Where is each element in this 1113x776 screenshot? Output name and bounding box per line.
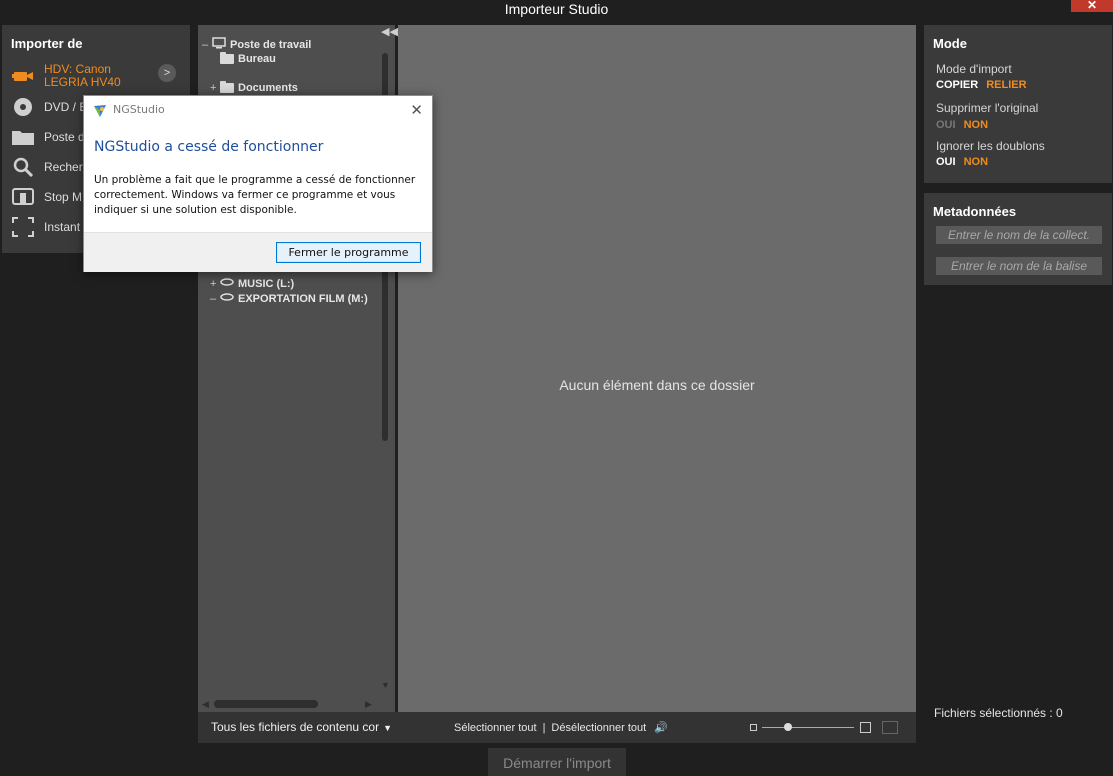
tree-item-exportation-film[interactable]: – EXPORTATION FILM (M:) — [210, 292, 368, 305]
files-selected-count: Fichiers sélectionnés : 0 — [934, 706, 1063, 720]
option-relier[interactable]: RELIER — [986, 79, 1026, 91]
drive-icon — [220, 277, 234, 290]
chevron-down-icon: ▼ — [383, 723, 393, 733]
source-item-label: DVD / B — [44, 99, 88, 114]
dialog-message: Un problème a fait que le programme a ce… — [94, 174, 416, 216]
zoom-in-icon[interactable] — [860, 722, 871, 733]
window-title: Importeur Studio — [504, 1, 609, 17]
tree-item-label: Bureau — [238, 53, 276, 65]
tree-item-label: Poste de travail — [230, 38, 312, 51]
zoom-slider-track[interactable] — [762, 727, 854, 728]
tree-item-music[interactable]: + MUSIC (L:) — [210, 277, 294, 290]
ignore-duplicates-label: Ignorer les doublons — [936, 139, 1045, 153]
zoom-out-icon[interactable] — [750, 724, 757, 731]
source-item-label: LEGRIA HV40 — [44, 75, 121, 89]
tree-toggle[interactable]: + — [210, 82, 220, 94]
tree-toggle[interactable]: + — [210, 278, 220, 290]
disc-icon — [10, 96, 36, 118]
zoom-slider-handle[interactable] — [784, 723, 792, 731]
dialog-app-title: NGStudio — [113, 103, 165, 116]
tree-item-documents[interactable]: + Documents — [210, 81, 298, 94]
window-close-button[interactable]: ✕ — [1071, 0, 1113, 12]
select-all-link[interactable]: Sélectionner tout — [454, 722, 537, 734]
close-program-button[interactable]: Fermer le programme — [276, 242, 421, 263]
tree-item-label: MUSIC (L:) — [238, 277, 295, 290]
import-from-heading: Importer de — [11, 36, 83, 51]
fullscreen-icon[interactable] — [882, 721, 898, 734]
expand-source-button[interactable]: > — [158, 64, 176, 82]
collection-name-input[interactable]: Entrer le nom de la collect. — [936, 226, 1102, 244]
error-dialog: NGStudio ✕ NGStudio a cessé de fonctionn… — [83, 95, 433, 272]
source-item-label: Poste d — [44, 129, 85, 144]
content-area: Aucun élément dans ce dossier — [398, 25, 916, 712]
app-icon — [93, 103, 107, 117]
chevron-right-icon: > — [163, 67, 171, 79]
metadata-heading: Metadonnées — [933, 204, 1017, 219]
folder-icon — [220, 81, 234, 93]
search-icon — [10, 156, 36, 178]
dialog-close-icon[interactable]: ✕ — [410, 101, 423, 119]
option-dupes-non[interactable]: NON — [964, 156, 988, 168]
tree-item-label: Documents — [238, 82, 298, 94]
import-mode-label: Mode d'import — [936, 62, 1012, 76]
option-dupes-oui[interactable]: OUI — [936, 156, 956, 168]
bottom-toolbar: Tous les fichiers de contenu cor ▼ Sélect… — [198, 712, 916, 743]
tree-item-poste-de-travail[interactable]: – Poste de travail — [202, 37, 311, 52]
scroll-right-icon[interactable]: ▶ — [365, 699, 372, 710]
tree-item-bureau[interactable]: Bureau — [210, 52, 276, 65]
option-copier[interactable]: COPIER — [936, 79, 978, 91]
option-delete-oui[interactable]: OUI — [936, 119, 956, 131]
stop-motion-icon — [10, 186, 36, 208]
snapshot-icon — [10, 216, 36, 238]
mode-panel: Mode Mode d'import COPIER RELIER Supprime… — [924, 25, 1112, 183]
folder-icon — [220, 52, 234, 64]
source-item-label: Instant — [44, 219, 81, 234]
empty-folder-message: Aucun élément dans ce dossier — [559, 377, 755, 393]
start-import-button[interactable]: Démarrer l'import — [488, 748, 626, 776]
collapse-panel-icon[interactable]: ◀◀ — [381, 25, 398, 38]
deselect-all-link[interactable]: Désélectionner tout — [551, 722, 646, 734]
tree-horizontal-scrollbar[interactable] — [214, 700, 318, 708]
separator: | — [542, 721, 546, 734]
dialog-footer: Fermer le programme — [84, 232, 432, 272]
tree-item-label: EXPORTATION FILM (M:) — [238, 292, 368, 305]
source-item-label: Stop M — [44, 189, 83, 204]
source-item-label: Recher — [44, 159, 83, 174]
option-delete-non[interactable]: NON — [964, 119, 988, 131]
mode-heading: Mode — [933, 36, 967, 51]
speaker-icon[interactable]: 🔊 — [654, 721, 668, 734]
filter-label: Tous les fichiers de contenu cor — [211, 720, 380, 734]
folder-icon — [10, 126, 36, 148]
source-item-label: HDV: Canon — [44, 62, 111, 76]
close-icon: ✕ — [1086, 0, 1098, 12]
dialog-heading: NGStudio a cessé de fonctionner — [94, 139, 324, 155]
drive-icon — [220, 292, 234, 305]
computer-icon — [212, 37, 226, 52]
metadata-panel: Metadonnées Entrer le nom de la collect.… — [924, 193, 1112, 285]
scroll-down-icon[interactable]: ▼ — [381, 680, 390, 690]
scroll-left-icon[interactable]: ◀ — [202, 699, 209, 710]
camcorder-icon — [10, 65, 36, 87]
dialog-titlebar: NGStudio ✕ — [84, 96, 432, 124]
tree-toggle[interactable]: – — [210, 293, 220, 305]
delete-original-label: Supprimer l'original — [936, 101, 1039, 115]
window-titlebar: Importeur Studio ✕ — [0, 0, 1113, 22]
tag-name-input[interactable]: Entrer le nom de la balise — [936, 257, 1102, 275]
content-filter-dropdown[interactable]: Tous les fichiers de contenu cor ▼ — [211, 720, 392, 734]
tree-toggle[interactable]: – — [202, 39, 212, 51]
